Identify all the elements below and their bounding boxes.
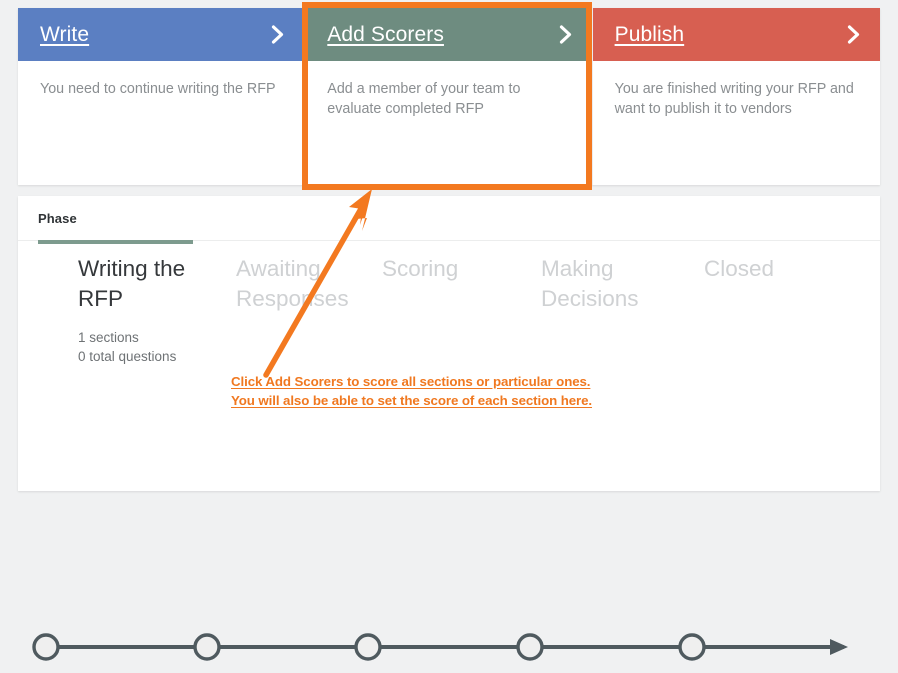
annotation-text: Click Add Scorers to score all sections … xyxy=(231,372,651,410)
action-card-write-header[interactable]: Write xyxy=(18,8,305,61)
phase-item-closed[interactable]: Closed xyxy=(704,254,854,284)
phase-item-label: Writing the RFP xyxy=(78,256,186,311)
action-card-publish-description: You are finished writing your RFP and wa… xyxy=(614,81,854,117)
action-card-add-scorers-title: Add Scorers xyxy=(327,22,444,46)
phase-item-making-decisions[interactable]: Making Decisions xyxy=(541,254,661,314)
app-root: Write You need to continue writing the R… xyxy=(0,0,898,661)
action-card-write-title: Write xyxy=(40,22,90,46)
phase-item-label: Making Decisions xyxy=(541,256,639,311)
timeline-node xyxy=(516,633,544,661)
timeline-node xyxy=(193,633,221,661)
action-card-publish-title: Publish xyxy=(614,22,685,46)
action-card-publish[interactable]: Publish You are finished writing your RF… xyxy=(592,8,880,185)
phase-item-label: Closed xyxy=(704,256,775,281)
timeline-node xyxy=(354,633,382,661)
phase-questions-count: 0 total questions xyxy=(78,349,177,364)
action-card-add-scorers[interactable]: Add Scorers Add a member of your team to… xyxy=(305,8,593,185)
annotation-text-line-2: You will also be able to set the score o… xyxy=(231,393,593,408)
action-card-write[interactable]: Write You need to continue writing the R… xyxy=(18,8,306,185)
chevron-right-icon xyxy=(271,25,284,44)
phase-sections-count: 1 sections xyxy=(78,330,139,345)
phase-item-label: Scoring xyxy=(382,256,459,281)
chevron-right-icon xyxy=(847,25,860,44)
action-cards-row: Write You need to continue writing the R… xyxy=(18,8,880,185)
phase-item-writing-the-rfp[interactable]: Writing the RFP 1 sections 0 total quest… xyxy=(78,254,228,366)
action-card-publish-header[interactable]: Publish xyxy=(592,8,880,61)
timeline-node xyxy=(32,633,60,661)
phase-item-awaiting-responses[interactable]: Awaiting Responses xyxy=(236,254,366,314)
phase-item-scoring[interactable]: Scoring xyxy=(382,254,532,284)
phase-panel-title: Phase xyxy=(38,210,77,226)
phase-panel-header: Phase xyxy=(18,196,880,241)
timeline-node xyxy=(678,633,706,661)
action-card-add-scorers-description: Add a member of your team to evaluate co… xyxy=(327,81,521,117)
annotation-text-line-1: Click Add Scorers to score all sections … xyxy=(231,374,591,389)
action-card-write-description: You need to continue writing the RFP xyxy=(40,81,276,97)
active-phase-indicator xyxy=(38,240,193,244)
chevron-right-icon xyxy=(559,25,572,44)
phase-timeline xyxy=(18,621,880,673)
phase-item-meta: 1 sections 0 total questions xyxy=(78,328,228,366)
phase-item-label: Awaiting Responses xyxy=(236,256,349,311)
phase-panel: Phase Writing the RFP 1 sections 0 total… xyxy=(18,196,880,661)
action-card-add-scorers-header[interactable]: Add Scorers xyxy=(305,8,592,61)
